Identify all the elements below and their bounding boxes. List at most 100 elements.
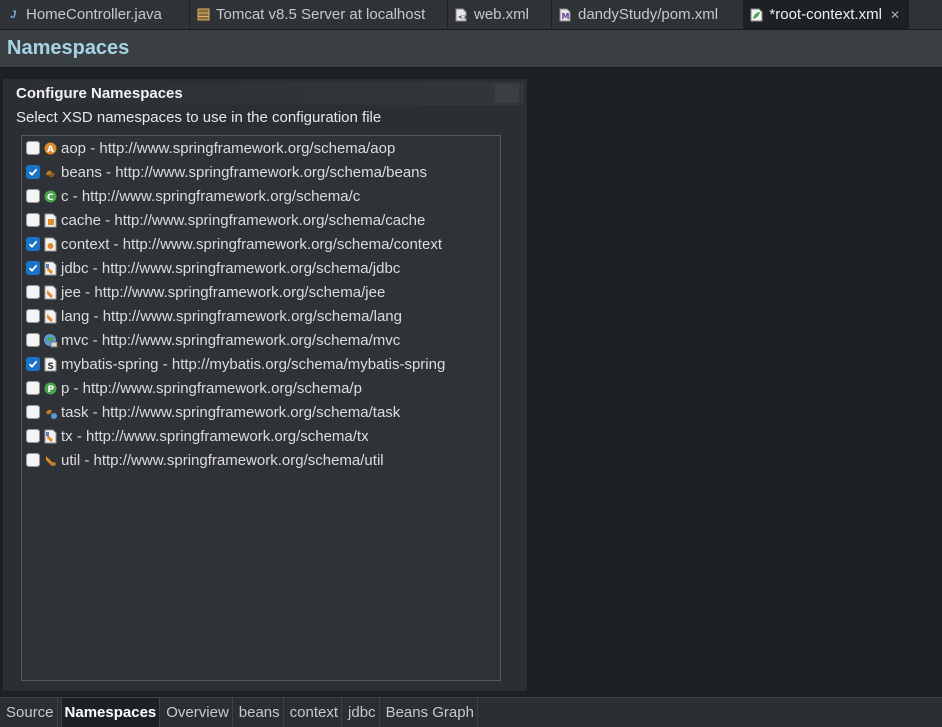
namespace-item-tx[interactable]: tx - http://www.springframework.org/sche… [26,424,369,448]
configure-namespaces-section: Configure Namespaces Select XSD namespac… [3,79,527,691]
namespace-label: p - http://www.springframework.org/schem… [61,379,362,397]
namespace-label: mvc - http://www.springframework.org/sch… [61,331,401,349]
maven-pom-icon: M [558,7,572,22]
namespace-item-task[interactable]: task - http://www.springframework.org/sc… [26,400,400,424]
namespace-checkbox[interactable] [26,189,40,203]
namespace-label: jdbc - http://www.springframework.org/sc… [61,259,401,277]
tx-icon [43,429,58,444]
c-namespace-icon: C [43,189,58,204]
tab-label: HomeController.java [26,6,162,23]
cache-icon [43,213,58,228]
context-icon [43,237,58,252]
namespace-checkbox[interactable] [26,285,40,299]
namespace-checkbox[interactable] [26,213,40,227]
namespace-checkbox[interactable] [26,357,40,371]
namespace-checkbox[interactable] [26,429,40,443]
tab-jdbc[interactable]: jdbc [345,698,380,727]
tab-web-xml[interactable]: <> web.xml [448,0,552,29]
svg-text:A: A [47,145,54,155]
namespace-label: mybatis-spring - http://mybatis.org/sche… [61,355,446,373]
tab-home-controller[interactable]: J HomeController.java [0,0,190,29]
namespace-item-beans[interactable]: beans - http://www.springframework.org/s… [26,160,427,184]
svg-text:P: P [48,385,55,395]
namespace-checkbox[interactable] [26,333,40,347]
tab-namespaces[interactable]: Namespaces [60,698,161,727]
section-description: Select XSD namespaces to use in the conf… [16,109,382,126]
namespace-label: aop - http://www.springframework.org/sch… [61,139,396,157]
tab-label: Source [6,704,54,721]
namespace-item-lang[interactable]: lang - http://www.springframework.org/sc… [26,304,402,328]
close-icon[interactable]: ✕ [890,8,900,22]
namespace-label: lang - http://www.springframework.org/sc… [61,307,402,325]
svg-text:C: C [47,193,54,203]
beans-icon [43,165,58,180]
java-file-icon: J [9,8,17,21]
spring-config-icon [750,7,763,22]
namespace-item-c[interactable]: C c - http://www.springframework.org/sch… [26,184,360,208]
namespace-item-jee[interactable]: jee - http://www.springframework.org/sch… [26,280,385,304]
tab-source[interactable]: Source [3,698,58,727]
tab-beans-graph[interactable]: Beans Graph [383,698,478,727]
jdbc-icon [43,261,58,276]
xml-file-icon: <> [454,7,468,22]
svg-text:S: S [48,362,54,372]
namespace-checkbox[interactable] [26,405,40,419]
namespace-label: beans - http://www.springframework.org/s… [61,163,427,181]
tab-label: jdbc [348,704,376,721]
tab-overview[interactable]: Overview [163,698,233,727]
editor-tab-bar: J HomeController.java Tomcat v8.5 Server… [0,0,942,30]
tab-label: *root-context.xml [769,6,882,23]
page-header: Namespaces [0,30,942,68]
aop-icon: A [43,141,58,156]
namespace-checkbox[interactable] [26,381,40,395]
namespace-label: util - http://www.springframework.org/sc… [61,451,384,469]
section-toolbar[interactable] [495,84,519,103]
namespace-item-p[interactable]: P p - http://www.springframework.org/sch… [26,376,362,400]
namespace-label: task - http://www.springframework.org/sc… [61,403,401,421]
tab-context[interactable]: context [287,698,343,727]
namespace-item-jdbc[interactable]: jdbc - http://www.springframework.org/sc… [26,256,400,280]
tab-label: Beans Graph [385,704,474,721]
namespace-label: context - http://www.springframework.org… [61,235,442,253]
tab-root-context-xml[interactable]: *root-context.xml ✕ [744,0,909,29]
namespace-label: c - http://www.springframework.org/schem… [61,187,361,205]
tab-label: Overview [166,704,229,721]
namespace-checkbox[interactable] [26,165,40,179]
namespace-item-util[interactable]: util - http://www.springframework.org/sc… [26,448,384,472]
namespace-checkbox[interactable] [26,141,40,155]
tab-tomcat-server[interactable]: Tomcat v8.5 Server at localhost [190,0,448,29]
svg-text:M: M [562,12,570,21]
namespace-list[interactable]: A aop - http://www.springframework.org/s… [21,135,501,681]
namespace-label: cache - http://www.springframework.org/s… [61,211,426,229]
svg-text:<>: <> [458,14,467,21]
tab-pom-xml[interactable]: M dandyStudy/pom.xml [552,0,744,29]
task-icon [43,405,58,420]
namespace-item-context[interactable]: context - http://www.springframework.org… [26,232,442,256]
namespace-item-mybatis-spring[interactable]: S mybatis-spring - http://mybatis.org/sc… [26,352,445,376]
tab-label: beans [238,704,280,721]
namespace-item-mvc[interactable]: mvc - http://www.springframework.org/sch… [26,328,400,352]
namespace-item-cache[interactable]: cache - http://www.springframework.org/s… [26,208,425,232]
namespace-checkbox[interactable] [26,309,40,323]
namespace-item-aop[interactable]: A aop - http://www.springframework.org/s… [26,136,395,160]
tab-label: Namespaces [64,704,157,721]
namespace-label: tx - http://www.springframework.org/sche… [61,427,369,445]
util-icon [43,453,58,468]
tab-beans[interactable]: beans [236,698,284,727]
namespace-checkbox[interactable] [26,237,40,251]
namespace-checkbox[interactable] [26,453,40,467]
editor-page-tabs: Source Namespaces Overview beans context… [0,697,942,727]
section-title: Configure Namespaces [16,85,183,102]
p-namespace-icon: P [43,381,58,396]
jee-icon [43,285,58,300]
section-header: Configure Namespaces [11,82,524,105]
lang-icon [43,309,58,324]
namespace-checkbox[interactable] [26,261,40,275]
tab-label: Tomcat v8.5 Server at localhost [216,6,426,23]
tab-label: dandyStudy/pom.xml [578,6,719,23]
tab-label: context [289,704,339,721]
namespace-label: jee - http://www.springframework.org/sch… [61,283,386,301]
mybatis-icon: S [43,357,58,372]
page-title: Namespaces [7,37,130,59]
tab-label: web.xml [474,6,530,23]
